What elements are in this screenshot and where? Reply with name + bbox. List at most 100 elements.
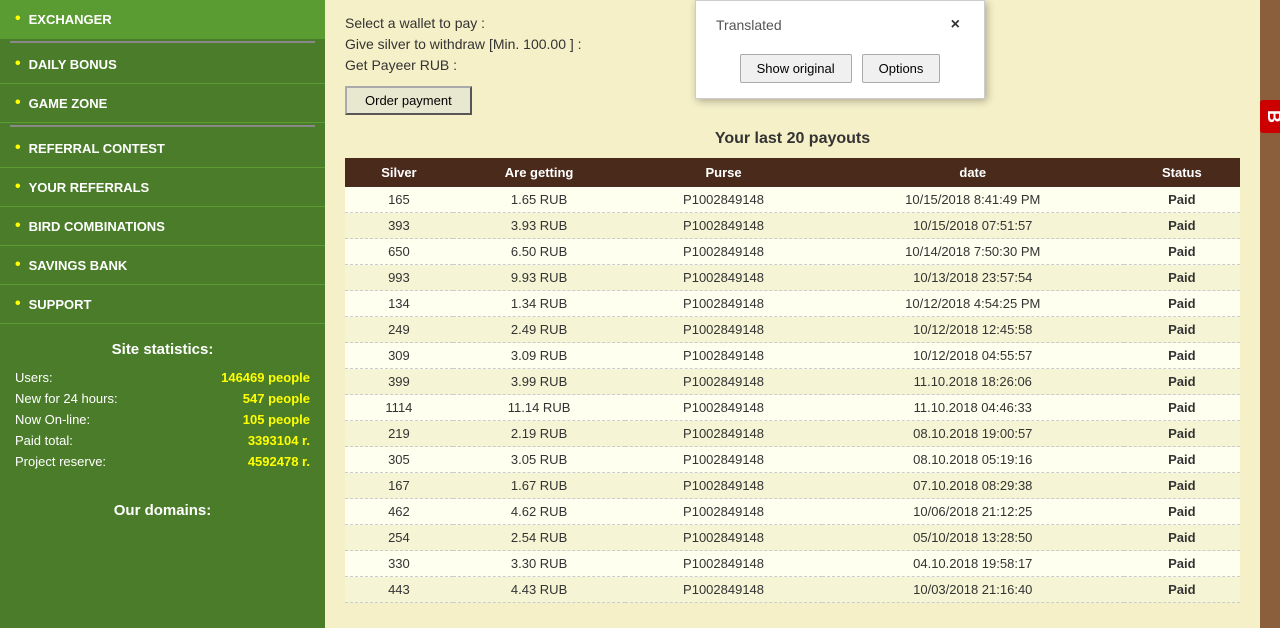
cell-silver: 309 — [345, 343, 453, 369]
col-date: date — [822, 158, 1124, 187]
table-row: 254 2.54 RUB P1002849148 05/10/2018 13:2… — [345, 525, 1240, 551]
stat-online: Now On-line: 105 people — [15, 412, 310, 427]
users-value[interactable]: 146469 people — [221, 370, 310, 385]
cell-getting: 4.62 RUB — [453, 499, 625, 525]
cell-date: 10/06/2018 21:12:25 — [822, 499, 1124, 525]
options-button[interactable]: Options — [862, 54, 941, 83]
table-row: 443 4.43 RUB P1002849148 10/03/2018 21:1… — [345, 577, 1240, 603]
bullet-icon: • — [15, 178, 21, 196]
table-row: 167 1.67 RUB P1002849148 07.10.2018 08:2… — [345, 473, 1240, 499]
cell-status: Paid — [1124, 421, 1240, 447]
cell-status: Paid — [1124, 369, 1240, 395]
cell-purse: P1002849148 — [625, 369, 822, 395]
cell-getting: 11.14 RUB — [453, 395, 625, 421]
bullet-icon: • — [15, 55, 21, 73]
cell-silver: 305 — [345, 447, 453, 473]
show-original-button[interactable]: Show original — [740, 54, 852, 83]
stat-users: Users: 146469 people — [15, 370, 310, 385]
paid-label: Paid total: — [15, 433, 73, 448]
cell-silver: 134 — [345, 291, 453, 317]
online-value[interactable]: 105 people — [243, 412, 310, 427]
cell-getting: 9.93 RUB — [453, 265, 625, 291]
cell-status: Paid — [1124, 291, 1240, 317]
translation-popup: Translated × Show original Options — [695, 0, 985, 99]
cell-status: Paid — [1124, 239, 1240, 265]
cell-date: 10/12/2018 12:45:58 — [822, 317, 1124, 343]
table-row: 165 1.65 RUB P1002849148 10/15/2018 8:41… — [345, 187, 1240, 213]
close-button[interactable]: × — [947, 16, 964, 34]
table-row: 134 1.34 RUB P1002849148 10/12/2018 4:54… — [345, 291, 1240, 317]
table-header: Silver Are getting Purse date Status — [345, 158, 1240, 187]
main-content: Translated × Show original Options Selec… — [325, 0, 1260, 628]
cell-getting: 3.05 RUB — [453, 447, 625, 473]
cell-getting: 2.54 RUB — [453, 525, 625, 551]
cell-status: Paid — [1124, 265, 1240, 291]
sidebar-item-referral-contest[interactable]: • REFERRAL CONTEST — [0, 129, 325, 168]
cell-silver: 219 — [345, 421, 453, 447]
sidebar-item-exchanger[interactable]: • EXCHANGER — [0, 0, 325, 39]
cell-getting: 1.65 RUB — [453, 187, 625, 213]
cell-status: Paid — [1124, 317, 1240, 343]
sidebar-item-game-zone[interactable]: • GAME ZONE — [0, 84, 325, 123]
payout-table: Silver Are getting Purse date Status 165… — [345, 158, 1240, 603]
cell-date: 10/15/2018 8:41:49 PM — [822, 187, 1124, 213]
cell-purse: P1002849148 — [625, 265, 822, 291]
order-payment-button[interactable]: Order payment — [345, 86, 472, 115]
cell-status: Paid — [1124, 213, 1240, 239]
site-statistics: Site statistics: Users: 146469 people Ne… — [0, 329, 325, 487]
reserve-label: Project reserve: — [15, 454, 106, 469]
bullet-icon: • — [15, 10, 21, 28]
table-row: 650 6.50 RUB P1002849148 10/14/2018 7:50… — [345, 239, 1240, 265]
paid-value: 3393104 r. — [248, 433, 310, 448]
cell-status: Paid — [1124, 395, 1240, 421]
col-status: Status — [1124, 158, 1240, 187]
cell-purse: P1002849148 — [625, 473, 822, 499]
stat-paid: Paid total: 3393104 r. — [15, 433, 310, 448]
popup-header: Translated × — [716, 16, 964, 34]
bullet-icon: • — [15, 217, 21, 235]
cell-purse: P1002849148 — [625, 213, 822, 239]
red-tab[interactable]: В — [1260, 100, 1280, 133]
cell-getting: 6.50 RUB — [453, 239, 625, 265]
col-purse: Purse — [625, 158, 822, 187]
cell-date: 11.10.2018 04:46:33 — [822, 395, 1124, 421]
cell-getting: 1.34 RUB — [453, 291, 625, 317]
cell-getting: 1.67 RUB — [453, 473, 625, 499]
table-row: 219 2.19 RUB P1002849148 08.10.2018 19:0… — [345, 421, 1240, 447]
cell-status: Paid — [1124, 577, 1240, 603]
sidebar-item-daily-bonus[interactable]: • DAILY BONUS — [0, 45, 325, 84]
cell-status: Paid — [1124, 525, 1240, 551]
cell-date: 10/13/2018 23:57:54 — [822, 265, 1124, 291]
new24-value: 547 people — [243, 391, 310, 406]
cell-getting: 3.09 RUB — [453, 343, 625, 369]
cell-date: 11.10.2018 18:26:06 — [822, 369, 1124, 395]
users-label: Users: — [15, 370, 53, 385]
cell-getting: 4.43 RUB — [453, 577, 625, 603]
cell-date: 10/12/2018 4:54:25 PM — [822, 291, 1124, 317]
cell-silver: 254 — [345, 525, 453, 551]
cell-purse: P1002849148 — [625, 551, 822, 577]
cell-silver: 249 — [345, 317, 453, 343]
cell-silver: 399 — [345, 369, 453, 395]
new24-label: New for 24 hours: — [15, 391, 118, 406]
site-stats-title: Site statistics: — [15, 341, 310, 358]
cell-date: 10/14/2018 7:50:30 PM — [822, 239, 1124, 265]
cell-getting: 2.49 RUB — [453, 317, 625, 343]
bullet-icon: • — [15, 295, 21, 313]
sidebar-item-savings-bank[interactable]: • SAVINGS BANK — [0, 246, 325, 285]
cell-silver: 167 — [345, 473, 453, 499]
bullet-icon: • — [15, 94, 21, 112]
cell-getting: 2.19 RUB — [453, 421, 625, 447]
col-silver: Silver — [345, 158, 453, 187]
bullet-icon: • — [15, 256, 21, 274]
sidebar-item-support[interactable]: • SUPPORT — [0, 285, 325, 324]
domains-title: Our domains: — [15, 502, 310, 519]
table-row: 330 3.30 RUB P1002849148 04.10.2018 19:5… — [345, 551, 1240, 577]
sidebar-item-your-referrals[interactable]: • YOUR REFERRALS — [0, 168, 325, 207]
cell-purse: P1002849148 — [625, 447, 822, 473]
table-row: 309 3.09 RUB P1002849148 10/12/2018 04:5… — [345, 343, 1240, 369]
table-row: 305 3.05 RUB P1002849148 08.10.2018 05:1… — [345, 447, 1240, 473]
cell-purse: P1002849148 — [625, 187, 822, 213]
sidebar-item-bird-combinations[interactable]: • BIRD COMBINATIONS — [0, 207, 325, 246]
cell-date: 04.10.2018 19:58:17 — [822, 551, 1124, 577]
